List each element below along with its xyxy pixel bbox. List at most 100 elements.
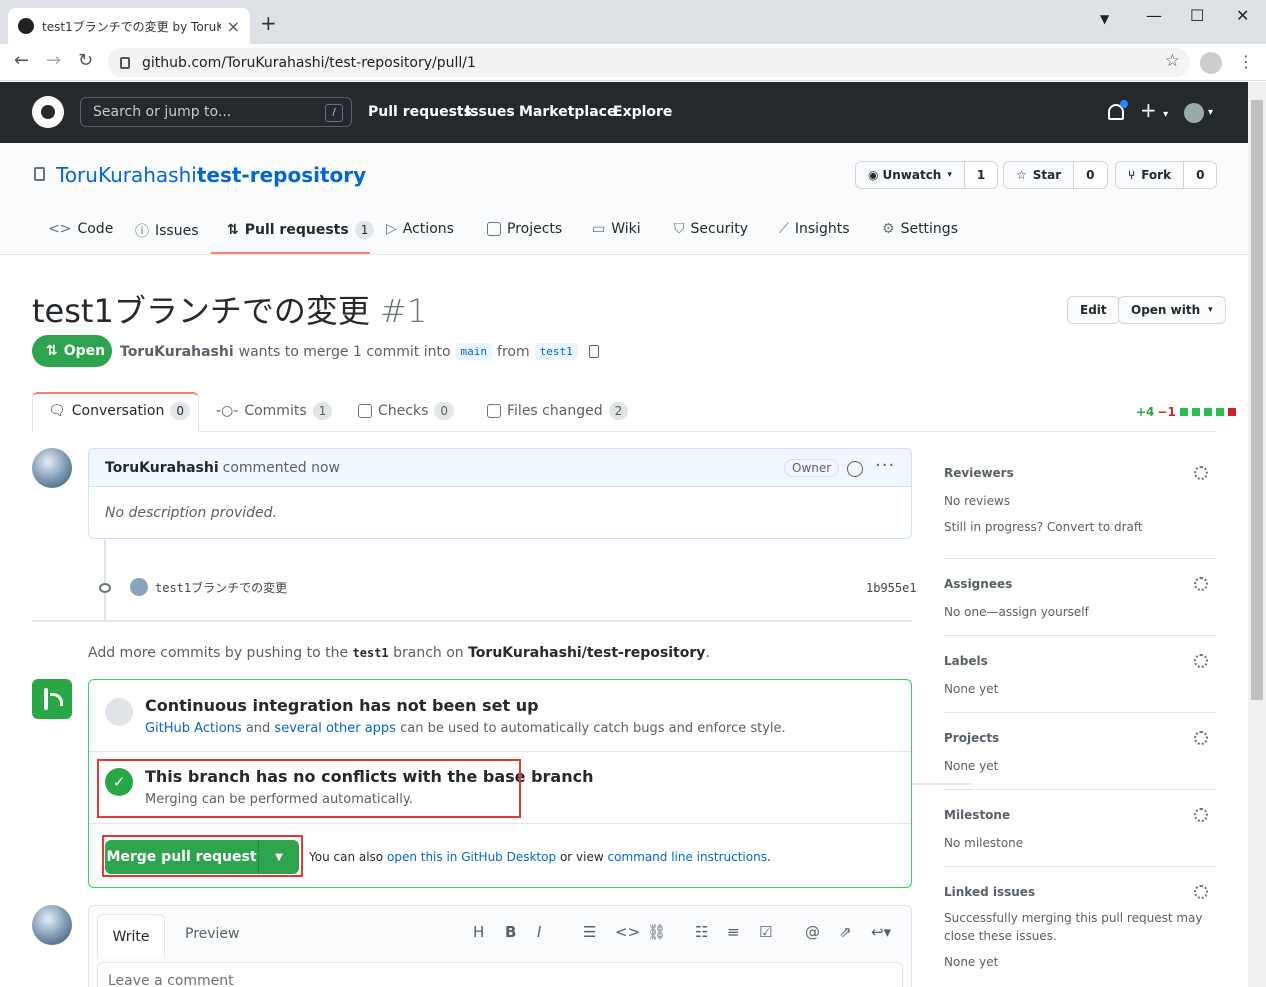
unordered-list-icon[interactable]: ☷ xyxy=(695,923,708,941)
forward-icon[interactable]: → xyxy=(46,52,61,70)
gear-icon[interactable] xyxy=(1194,654,1208,668)
code-icon[interactable]: <> xyxy=(615,923,640,941)
browser-tab[interactable]: test1ブランチでの変更 by ToruKurah × xyxy=(8,8,250,44)
write-tab[interactable]: Write xyxy=(97,914,165,958)
gear-icon[interactable] xyxy=(1194,885,1208,899)
avatar[interactable] xyxy=(32,905,72,945)
star-button[interactable]: ☆ Star 0 xyxy=(1003,161,1108,189)
nav-marketplace[interactable]: Marketplace xyxy=(519,104,616,120)
window-close-icon[interactable]: ✕ xyxy=(1236,6,1249,25)
tab-issues[interactable]: ⓘ Issues xyxy=(135,221,199,241)
reload-icon[interactable]: ↻ xyxy=(78,52,93,70)
copy-clipboard-icon[interactable] xyxy=(588,345,599,358)
new-tab-icon[interactable]: + xyxy=(260,13,277,33)
user-avatar-menu[interactable] xyxy=(1184,103,1204,123)
tab-insights[interactable]: ⟋ Insights xyxy=(779,221,850,237)
command-line-link[interactable]: command line instructions xyxy=(608,850,767,864)
quote-icon[interactable]: ☰ xyxy=(583,923,596,941)
nav-explore[interactable]: Explore xyxy=(613,104,672,120)
kebab-horizontal-icon[interactable]: ··· xyxy=(875,455,895,476)
sidebar-heading[interactable]: Assignees xyxy=(944,577,1216,591)
avatar[interactable] xyxy=(130,578,148,596)
minimize-icon[interactable]: — xyxy=(1146,6,1162,25)
gear-icon[interactable] xyxy=(1194,731,1208,745)
nav-pull-requests[interactable]: Pull requests xyxy=(368,104,472,120)
sidebar-heading[interactable]: Linked issues xyxy=(944,885,1216,899)
sidebar-heading[interactable]: Labels xyxy=(944,654,1216,668)
ordered-list-icon[interactable]: ≡ xyxy=(727,923,740,941)
saved-reply-icon[interactable]: ↩▾ xyxy=(871,923,891,941)
avatar[interactable] xyxy=(32,448,72,488)
comment-textarea[interactable]: Leave a comment xyxy=(97,962,903,987)
sidebar-labels: Labels None yet xyxy=(944,654,1216,698)
comment-time[interactable]: commented now xyxy=(223,460,340,476)
comment-author[interactable]: ToruKurahashi xyxy=(105,460,219,476)
task-list-icon[interactable]: ☑ xyxy=(759,923,772,941)
bookmark-star-icon[interactable]: ☆ xyxy=(1165,51,1180,71)
maximize-icon[interactable]: ☐ xyxy=(1190,6,1204,25)
gear-icon[interactable] xyxy=(1194,466,1208,480)
sidebar-assignees: Assignees No one—assign yourself xyxy=(944,577,1216,621)
nav-issues[interactable]: Issues xyxy=(465,104,515,120)
commit-sha-link[interactable]: 1b955e1 xyxy=(866,581,917,595)
create-new-plus-icon[interactable]: + ▾ xyxy=(1140,98,1168,122)
avatar-caret-icon[interactable]: ▾ xyxy=(1208,107,1213,118)
bold-icon[interactable]: B xyxy=(505,923,516,941)
smiley-icon[interactable] xyxy=(847,461,863,477)
close-tab-icon[interactable]: × xyxy=(227,17,240,36)
tab-files-changed[interactable]: Files changed 2 xyxy=(487,402,629,420)
open-desktop-link[interactable]: open this in GitHub Desktop xyxy=(387,850,556,864)
github-logo-icon[interactable] xyxy=(32,96,64,128)
tab-settings[interactable]: ⚙ Settings xyxy=(882,221,958,237)
edit-button[interactable]: Edit xyxy=(1067,296,1120,324)
tab-search-icon[interactable]: ▼ xyxy=(1100,12,1109,26)
browser-profile-avatar[interactable] xyxy=(1200,52,1222,74)
sidebar-heading[interactable]: Projects xyxy=(944,731,1216,745)
heading-icon[interactable]: H xyxy=(473,923,484,941)
diffstat-block xyxy=(1203,408,1212,416)
repo-name-link[interactable]: test-repository xyxy=(197,163,366,187)
tab-commits[interactable]: -○- Commits 1 xyxy=(216,402,333,420)
tab-wiki[interactable]: ▭ Wiki xyxy=(592,221,641,237)
commit-message-link[interactable]: test1ブランチでの変更 xyxy=(155,579,287,596)
fork-count[interactable]: 0 xyxy=(1184,162,1217,188)
pull-request-icon: ⇅ xyxy=(46,343,58,359)
fork-label: Fork xyxy=(1141,168,1172,182)
watch-button[interactable]: ◉ Unwatch ▾ 1 xyxy=(855,161,999,189)
sidebar-heading[interactable]: Reviewers xyxy=(944,466,1216,480)
pr-author-link[interactable]: ToruKurahashi xyxy=(120,344,234,360)
notifications-bell-icon[interactable] xyxy=(1108,100,1128,120)
convert-to-draft-link[interactable]: Still in progress? Convert to draft xyxy=(944,518,1216,536)
fork-button[interactable]: ⑂ Fork 0 xyxy=(1115,161,1218,189)
gear-icon[interactable] xyxy=(1194,808,1208,822)
sidebar-heading[interactable]: Milestone xyxy=(944,808,1216,822)
italic-icon[interactable]: I xyxy=(537,923,541,941)
cross-reference-icon[interactable]: ⇗ xyxy=(839,923,852,941)
tab-wiki-label: Wiki xyxy=(611,221,641,237)
base-branch-label[interactable]: main xyxy=(455,343,493,360)
browser-menu-icon[interactable]: ⋮ xyxy=(1238,52,1254,71)
url-field[interactable]: github.com/ToruKurahashi/test-repository… xyxy=(108,48,1190,77)
gear-icon[interactable] xyxy=(1194,577,1208,591)
tab-projects[interactable]: Projects xyxy=(487,221,562,237)
other-apps-link[interactable]: several other apps xyxy=(274,721,396,736)
tab-pull-requests[interactable]: ⇅ Pull requests 1 xyxy=(227,221,375,239)
back-icon[interactable]: ← xyxy=(14,52,29,70)
watch-count[interactable]: 1 xyxy=(964,162,998,188)
preview-tab[interactable]: Preview xyxy=(185,926,240,942)
tab-conversation[interactable]: 🗨 Conversation 0 xyxy=(48,402,190,420)
tab-security[interactable]: ⛉ Security xyxy=(674,221,748,237)
tab-actions[interactable]: ▷ Actions xyxy=(386,221,454,237)
star-count[interactable]: 0 xyxy=(1074,162,1107,188)
open-with-button[interactable]: Open with ▾ xyxy=(1118,296,1226,324)
search-input[interactable]: Search or jump to... / xyxy=(80,97,352,127)
tab-code[interactable]: <> Code xyxy=(48,221,113,237)
tab-checks[interactable]: Checks 0 xyxy=(358,402,455,420)
repo-owner-link[interactable]: ToruKurahashi xyxy=(56,163,197,187)
assign-yourself-link[interactable]: No one—assign yourself xyxy=(944,603,1216,621)
scrollbar-thumb[interactable] xyxy=(1251,100,1263,700)
head-branch-label[interactable]: test1 xyxy=(534,343,578,360)
github-actions-link[interactable]: GitHub Actions xyxy=(145,721,242,736)
link-icon[interactable]: ⛓ xyxy=(647,923,666,941)
mention-icon[interactable]: @ xyxy=(805,923,820,941)
